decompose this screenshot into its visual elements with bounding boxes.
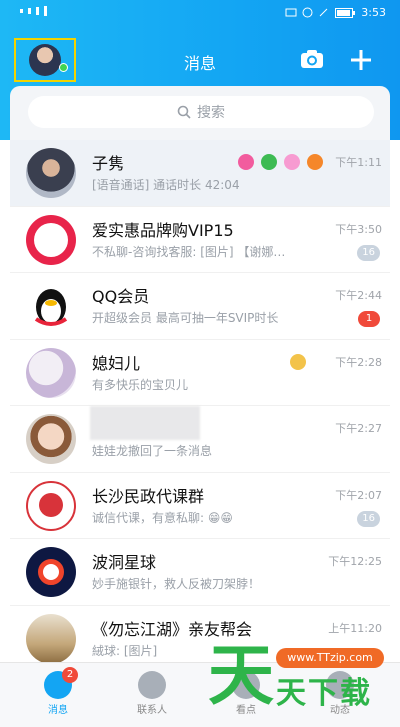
watermark-text: 天下载 (276, 676, 372, 711)
unread-badge: 1 (358, 311, 380, 327)
conversation-item[interactable]: 子隽 [语音通话] 通话时长 42:04 下午1:11 (10, 140, 390, 207)
conversation-item[interactable]: 波洞星球 妙手施银针，救人反被刀架脖！ 下午12:25 (10, 539, 390, 606)
avatar (26, 214, 76, 265)
signal-icon (20, 6, 48, 16)
blurred-name (90, 406, 200, 440)
avatar (26, 347, 76, 398)
camera-icon[interactable] (300, 48, 324, 70)
tab-contacts[interactable]: 联系人 (122, 671, 182, 716)
search-placeholder: 搜索 (197, 105, 225, 121)
avatar (26, 414, 76, 464)
watermark-logo: 天 (208, 637, 274, 714)
conversation-item[interactable]: 媳妇儿 有多快乐的宝贝儿 下午2:28 (10, 339, 390, 406)
conversation-item[interactable]: 爱实惠品牌购VIP15 不私聊-咨询找客服: [图片] 【谢娜… 下午3:50 … (10, 206, 390, 273)
fire-icon (307, 154, 323, 170)
conversation-item[interactable]: 娃娃龙撤回了一条消息 下午2:27 (10, 406, 390, 473)
conversation-item[interactable]: QQ会员 开超级会员 最高可抽一年SVIP时长 下午2:44 1 (10, 273, 390, 340)
qq-penguin-icon (26, 281, 76, 331)
conversation-list: 子隽 [语音通话] 通话时长 42:04 下午1:11 爱实惠品牌购VIP15 … (10, 140, 390, 672)
tab-messages[interactable]: 2 消息 (28, 667, 88, 716)
ice-cream-icon (290, 353, 306, 370)
friend-badges (290, 353, 306, 370)
unread-badge: 16 (357, 244, 380, 261)
search-input[interactable]: 搜索 (28, 96, 374, 128)
boat-icon (284, 154, 300, 170)
search-icon (177, 105, 191, 119)
unread-badge: 2 (62, 667, 78, 683)
clover-icon (261, 154, 277, 170)
friend-badges (238, 154, 323, 170)
avatar (26, 148, 76, 198)
battery-icon (335, 7, 356, 18)
conversation-item[interactable]: 长沙民政代课群 诚信代课，有意私聊: 😁😁 下午2:07 16 (10, 472, 390, 539)
clock: 3:53 (361, 6, 386, 19)
avatar (26, 547, 76, 597)
status-bar: 3:53 (0, 0, 400, 26)
unread-badge: 16 (357, 510, 380, 527)
add-icon[interactable] (349, 48, 373, 72)
avatar (26, 613, 76, 664)
contacts-icon (138, 671, 166, 699)
notification-icons (285, 7, 329, 18)
watermark-url: www.TTzip.com (276, 648, 384, 668)
page-title: 消息 (183, 54, 216, 73)
avatar (26, 480, 76, 531)
flower-icon (238, 154, 254, 170)
